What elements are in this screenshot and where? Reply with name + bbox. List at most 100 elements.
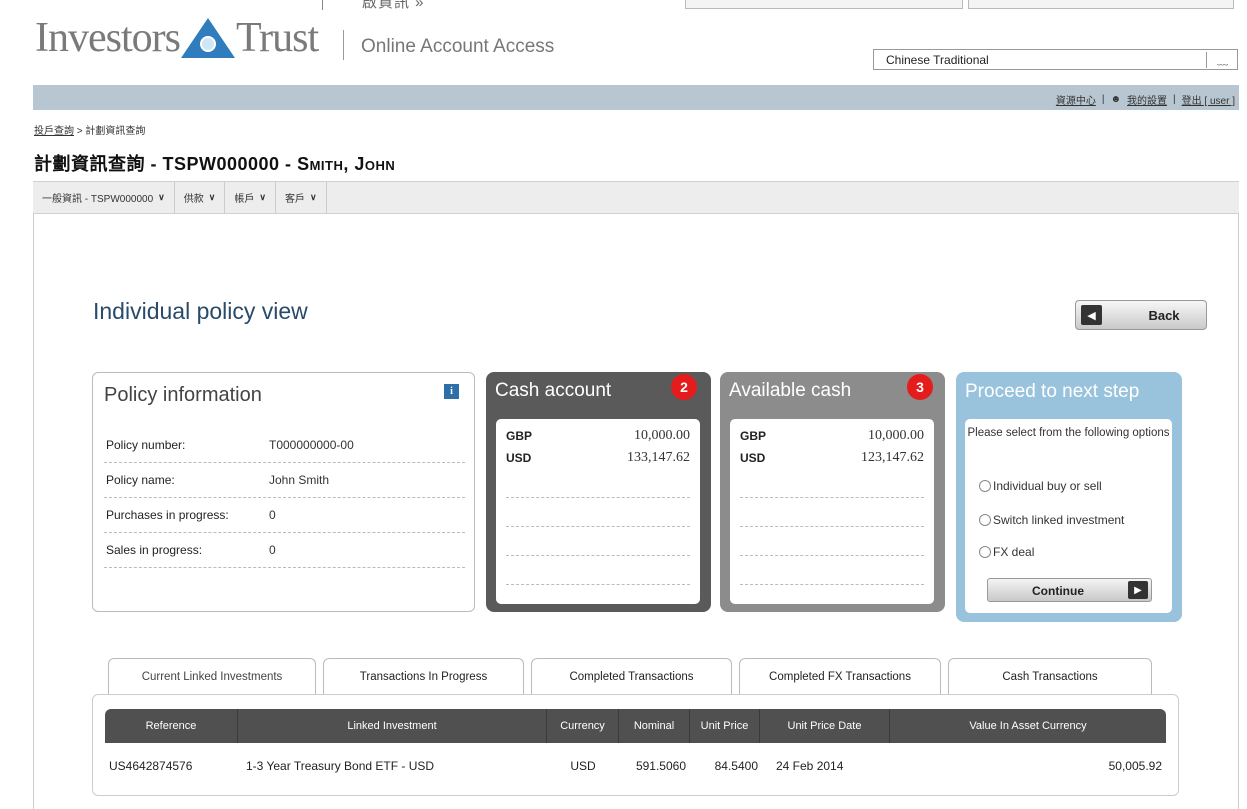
top-box-right — [968, 0, 1234, 9]
resource-center-link[interactable]: 資源中心 — [1056, 92, 1096, 107]
back-button[interactable]: ◀ Back — [1075, 300, 1207, 330]
divider — [322, 0, 323, 10]
tab-completed-transactions[interactable]: Completed Transactions — [531, 658, 732, 694]
table-cell: US4642874576 — [109, 759, 193, 773]
tab-transactions-in-progress[interactable]: Transactions In Progress — [323, 658, 524, 694]
column-header: Reference — [105, 709, 238, 743]
option-individual-buy-sell[interactable]: Individual buy or sell — [979, 479, 1102, 493]
continue-button[interactable]: Continue ▶ — [987, 578, 1152, 602]
view-title: Individual policy view — [93, 298, 308, 324]
continue-button-label: Continue — [1032, 584, 1084, 598]
top-nav-bar: 資源中心 | ☻ 我的設置 | 登出 [ user ] — [33, 85, 1239, 110]
divider — [740, 556, 924, 585]
table-cell: USD — [570, 759, 596, 773]
back-button-label: Back — [1148, 307, 1180, 323]
table-cell: 1-3 Year Treasury Bond ETF - USD — [246, 759, 435, 773]
nav-tab-contributions[interactable]: 供款 ∨ — [175, 182, 226, 213]
investors-trust-logo[interactable]: Investors Trust — [35, 14, 319, 62]
panel-title: Policy information — [104, 384, 262, 406]
nav-tab-label: 客戶 — [284, 194, 305, 205]
logo-globe-icon — [180, 18, 235, 58]
tab-cash-transactions[interactable]: Cash Transactions — [948, 658, 1152, 694]
language-select-value: Chinese Traditional — [886, 52, 989, 67]
divider — [506, 469, 690, 498]
divider — [506, 498, 690, 527]
policy-key: Policy name: — [106, 473, 175, 487]
option-label: FX deal — [993, 545, 1035, 559]
column-header: Unit Price Date — [760, 709, 890, 743]
column-header: Value In Asset Currency — [969, 720, 1087, 732]
currency-code: GBP — [740, 429, 767, 443]
panel-title: Cash account — [495, 380, 612, 401]
column-header: Unit Price — [690, 709, 760, 743]
cash-account-panel: Cash account 2 GBP 10,000.00 USD 133,147.6… — [486, 372, 711, 612]
option-fx-deal[interactable]: FX deal — [979, 545, 1034, 559]
policy-value: T000000000-00 — [269, 438, 354, 452]
info-icon[interactable]: i — [444, 384, 459, 399]
chevron-down-icon: ﹏ — [1217, 55, 1228, 67]
top-strip: 啟資訊 » — [0, 0, 1247, 11]
nav-tab-label: 帳戶 — [234, 194, 255, 205]
policy-value: 0 — [269, 543, 276, 557]
policy-key: Purchases in progress: — [106, 508, 229, 522]
divider — [506, 556, 690, 585]
divider — [740, 469, 924, 498]
number-badge: 3 — [907, 374, 933, 400]
page-title-client-name: Smith, John — [297, 154, 396, 174]
column-header: Linked Investment — [238, 709, 547, 743]
radio-button[interactable] — [979, 480, 991, 492]
option-label: Switch linked investment — [993, 513, 1125, 527]
person-icon: ☻ — [1110, 94, 1122, 105]
column-header: Currency — [547, 709, 619, 743]
link-separator: | — [1173, 94, 1176, 105]
number-badge: 2 — [671, 374, 697, 400]
nav-tab-general-info[interactable]: 一般資訊 - TSPW000000 ∨ — [33, 182, 175, 213]
linked-investments-table: Reference Linked Investment Currency Nom… — [92, 694, 1179, 796]
link-separator: | — [1101, 94, 1105, 105]
table-row[interactable]: US4642874576 1-3 Year Treasury Bond ETF … — [105, 743, 1166, 789]
logout-link[interactable]: 登出 [ user ] — [1182, 92, 1235, 107]
radio-button[interactable] — [979, 514, 991, 526]
nav-tab-accounts[interactable]: 帳戶 ∨ — [225, 182, 276, 213]
cash-account-list: GBP 10,000.00 USD 133,147.62 — [496, 419, 700, 604]
section-nav: 一般資訊 - TSPW000000 ∨ 供款 ∨ 帳戶 ∨ 客戶 ∨ — [33, 181, 1239, 214]
transaction-tabs: Current Linked Investments Transactions … — [108, 658, 1159, 695]
breadcrumb-separator: > — [76, 126, 83, 137]
header-subtitle: Online Account Access — [361, 36, 555, 57]
cash-row: GBP 10,000.00 — [506, 425, 690, 447]
policy-information-panel: Policy information i Policy number: T0000… — [92, 372, 475, 612]
policy-key: Sales in progress: — [106, 543, 203, 557]
page-title: 計劃資訊查詢 - TSPW000000 - Smith, John — [34, 150, 395, 176]
page-title-prefix: 計劃資訊查詢 - TSPW000000 - — [34, 154, 298, 174]
divider — [740, 527, 924, 556]
nav-tab-label: 一般資訊 - TSPW000000 — [42, 194, 154, 205]
my-profile-link[interactable]: 我的設置 — [1127, 92, 1167, 107]
language-select[interactable]: Chinese Traditional ﹏ — [873, 49, 1238, 70]
nav-tab-clients[interactable]: 客戶 ∨ — [276, 182, 327, 213]
previous-page-text: 啟資訊 » — [362, 0, 425, 11]
top-box-left — [685, 0, 963, 9]
chevron-down-icon: ∨ — [208, 192, 216, 202]
table-cell: 84.5400 — [714, 759, 758, 773]
tab-completed-fx-transactions[interactable]: Completed FX Transactions — [739, 658, 941, 694]
available-cash-list: GBP 10,000.00 USD 123,147.62 — [730, 419, 934, 604]
radio-button[interactable] — [979, 546, 991, 558]
currency-code: GBP — [506, 429, 533, 443]
table-cell: 50,005.92 — [1108, 759, 1162, 773]
table-header: Reference Linked Investment Currency Nom… — [105, 709, 1166, 743]
chevron-down-icon: ∨ — [259, 192, 266, 202]
breadcrumb-current: 計劃資訊查詢 — [85, 126, 146, 137]
amount: 133,147.62 — [627, 450, 690, 465]
proceed-next-step-panel: Proceed to next step Please select from … — [956, 372, 1182, 622]
tab-current-linked-investments[interactable]: Current Linked Investments — [108, 658, 316, 695]
option-switch-linked-investment[interactable]: Switch linked investment — [979, 513, 1124, 527]
policy-row: Policy number: T000000000-00 — [104, 428, 465, 463]
breadcrumb-root-link[interactable]: 投戶查詢 — [34, 126, 74, 137]
column-header: Nominal — [619, 709, 690, 743]
logo-text-right: Trust — [235, 15, 319, 61]
currency-code: USD — [740, 451, 766, 465]
policy-value: John Smith — [269, 473, 330, 487]
nav-tab-label: 供款 — [183, 194, 204, 205]
policy-key: Policy number: — [106, 438, 186, 452]
available-cash-panel: Available cash 3 GBP 10,000.00 USD 123,147… — [720, 372, 945, 612]
